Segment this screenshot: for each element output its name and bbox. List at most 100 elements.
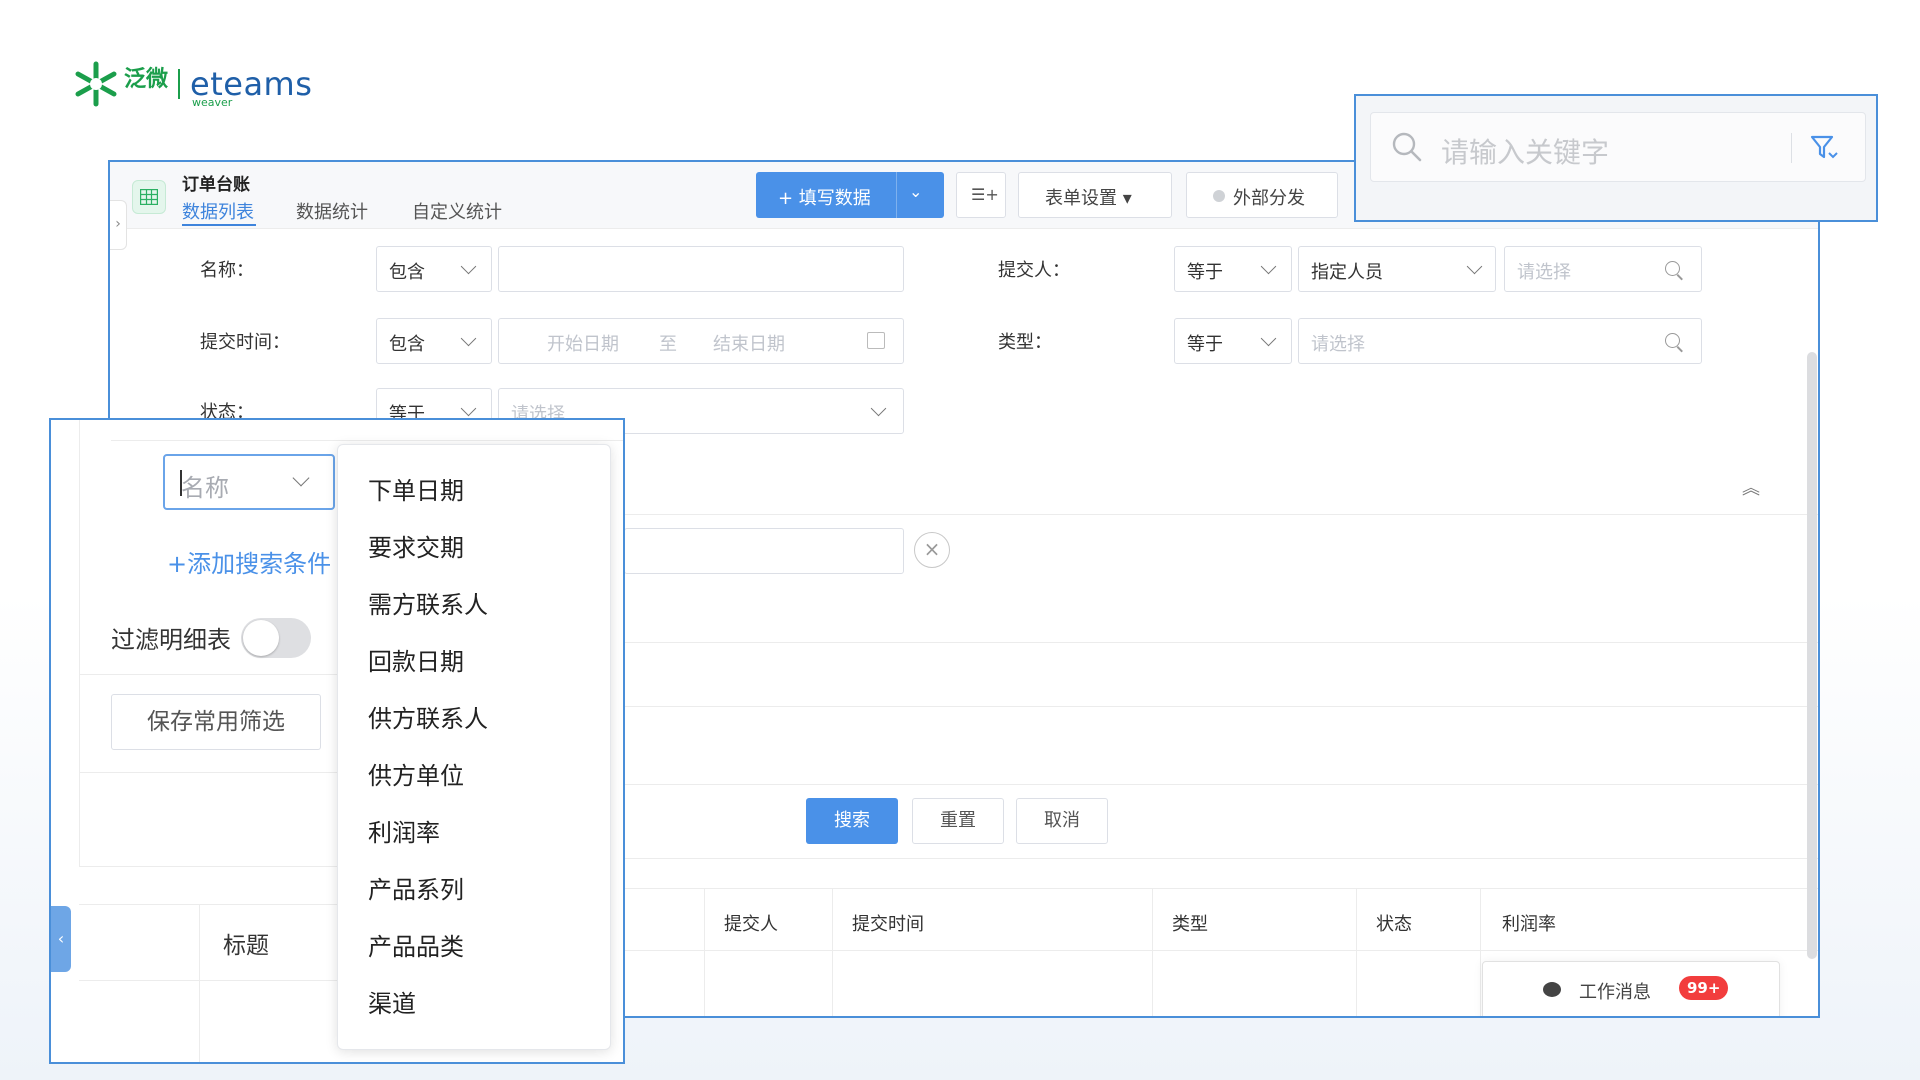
column-divider xyxy=(1152,888,1153,1016)
dropdown-item-supplier-unit[interactable]: 供方单位 xyxy=(368,756,464,791)
tab-custom-stats[interactable]: 自定义统计 xyxy=(412,198,502,224)
type-operator-value: 等于 xyxy=(1187,334,1223,355)
column-settings-button[interactable]: ☰+ xyxy=(956,172,1006,218)
chevron-down-icon xyxy=(460,400,477,417)
reset-button[interactable]: 重置 xyxy=(912,798,1004,844)
add-search-condition-link[interactable]: +添加搜索条件 xyxy=(167,544,331,579)
logo-cn-text: 泛微 xyxy=(124,67,169,92)
tab-data-list[interactable]: 数据列表 xyxy=(182,198,254,224)
table-header-border xyxy=(79,980,339,981)
chevron-down-icon xyxy=(1260,330,1277,347)
panel-border xyxy=(79,420,80,866)
type-placeholder: 请选择 xyxy=(1311,334,1365,355)
end-date-placeholder: 结束日期 xyxy=(713,334,785,355)
chevron-down-icon xyxy=(292,469,310,487)
condition-value-input[interactable] xyxy=(624,528,904,574)
dropdown-item-supplier-contact[interactable]: 供方联系人 xyxy=(368,699,488,734)
chevron-down-icon xyxy=(870,400,887,417)
column-header-status[interactable]: 状态 xyxy=(1376,910,1412,974)
start-date-placeholder: 开始日期 xyxy=(547,334,619,355)
column-header-submit-time[interactable]: 提交时间 xyxy=(852,910,924,974)
divider xyxy=(111,440,623,441)
divider xyxy=(620,706,1818,707)
name-operator-select[interactable]: 包含 xyxy=(376,246,492,292)
column-add-icon: ☰+ xyxy=(971,185,999,204)
dropdown-item-channel[interactable]: 渠道 xyxy=(368,984,416,1019)
dropdown-item-buyer-contact[interactable]: 需方联系人 xyxy=(368,585,488,620)
chevron-down-icon xyxy=(1260,258,1277,275)
form-settings-label: 表单设置 ▾ xyxy=(1045,188,1132,209)
name-filter-input[interactable] xyxy=(498,246,904,292)
vertical-scrollbar[interactable] xyxy=(1807,352,1817,959)
divider xyxy=(620,642,1818,643)
submitter-placeholder: 请选择 xyxy=(1517,262,1571,283)
range-separator: 至 xyxy=(659,334,677,355)
field-dropdown-menu: 下单日期 要求交期 需方联系人 回款日期 供方联系人 供方单位 利润率 产品系列… xyxy=(337,444,611,1050)
field-select-placeholder: 名称 xyxy=(181,474,229,502)
submitter-operator-value: 等于 xyxy=(1187,262,1223,283)
logo-divider xyxy=(178,69,181,99)
dropdown-item-payment-date[interactable]: 回款日期 xyxy=(368,642,464,677)
divider xyxy=(620,514,1818,515)
app-title: 订单台账 xyxy=(182,175,250,195)
expand-sidebar-icon[interactable]: › xyxy=(110,200,127,250)
dropdown-item-order-date[interactable]: 下单日期 xyxy=(368,471,464,506)
work-messages-label: 工作消息 xyxy=(1579,982,1651,1003)
keyword-search-input[interactable]: 请输入关键字 xyxy=(1370,112,1866,182)
external-share-label: 外部分发 xyxy=(1233,188,1305,209)
time-filter-label: 提交时间： xyxy=(200,332,290,353)
divider xyxy=(620,858,1818,859)
remove-condition-icon[interactable]: × xyxy=(914,532,950,568)
type-filter-label: 类型： xyxy=(998,332,1052,353)
chevron-down-icon[interactable]: ⌄ xyxy=(909,182,922,201)
filter-icon[interactable] xyxy=(1809,133,1839,163)
column-divider xyxy=(704,888,705,1016)
chevron-down-icon xyxy=(460,258,477,275)
column-divider xyxy=(1480,888,1481,1016)
type-picker[interactable]: 请选择 xyxy=(1298,318,1702,364)
status-dot-icon xyxy=(1213,190,1225,202)
type-operator-select[interactable]: 等于 xyxy=(1174,318,1292,364)
save-common-filter-button[interactable]: 保存常用筛选 xyxy=(111,694,321,750)
collapse-up-icon[interactable]: ︽ xyxy=(1742,474,1760,500)
brand-logo: 泛微 weaver eteams xyxy=(72,56,312,112)
cancel-button[interactable]: 取消 xyxy=(1016,798,1108,844)
filter-detail-label: 过滤明细表 xyxy=(111,626,231,654)
search-button[interactable]: 搜索 xyxy=(806,798,898,844)
weaver-logo-icon xyxy=(72,60,120,108)
dropdown-item-product-series[interactable]: 产品系列 xyxy=(368,870,464,905)
filter-detail-toggle[interactable] xyxy=(241,618,311,658)
submitter-operator-select[interactable]: 等于 xyxy=(1174,246,1292,292)
fill-data-label: + 填写数据 xyxy=(778,188,871,209)
column-divider xyxy=(1356,888,1357,1016)
dropdown-item-product-category[interactable]: 产品品类 xyxy=(368,927,464,962)
field-select[interactable]: 名称 xyxy=(163,454,335,510)
table-header-border xyxy=(620,950,1818,951)
fill-data-button[interactable]: + 填写数据 ⌄ xyxy=(756,172,944,218)
table-app-icon xyxy=(132,180,166,214)
work-messages-button[interactable]: 工作消息 99+ xyxy=(1482,961,1780,1016)
time-operator-select[interactable]: 包含 xyxy=(376,318,492,364)
submitter-picker[interactable]: 请选择 xyxy=(1504,246,1702,292)
text-cursor xyxy=(180,470,182,496)
date-range-input[interactable]: 开始日期 至 结束日期 xyxy=(498,318,904,364)
unread-badge: 99+ xyxy=(1679,976,1729,1000)
tab-data-stats[interactable]: 数据统计 xyxy=(296,198,368,224)
input-divider xyxy=(1791,133,1792,163)
dropdown-item-delivery-date[interactable]: 要求交期 xyxy=(368,528,464,563)
chat-bubble-icon xyxy=(1543,982,1561,997)
split-divider xyxy=(896,172,897,218)
collapse-left-icon[interactable]: ‹ xyxy=(51,906,71,972)
form-settings-button[interactable]: 表单设置 ▾ xyxy=(1018,172,1172,218)
external-share-button[interactable]: 外部分发 xyxy=(1186,172,1338,218)
submitter-mode-select[interactable]: 指定人员 xyxy=(1298,246,1496,292)
dropdown-item-profit-rate[interactable]: 利润率 xyxy=(368,813,440,848)
column-header-submitter[interactable]: 提交人 xyxy=(724,910,778,974)
advanced-filter-panel: 名称 +添加搜索条件 过滤明细表 保存常用筛选 标题 ‹ 下单日期 要求交期 需… xyxy=(49,418,625,1064)
column-header-type[interactable]: 类型 xyxy=(1172,910,1208,974)
column-divider xyxy=(199,904,200,1062)
divider xyxy=(620,784,1818,785)
keyword-search-panel: 请输入关键字 xyxy=(1354,94,1878,222)
search-icon xyxy=(1392,132,1422,162)
column-header-title[interactable]: 标题 xyxy=(223,926,269,960)
